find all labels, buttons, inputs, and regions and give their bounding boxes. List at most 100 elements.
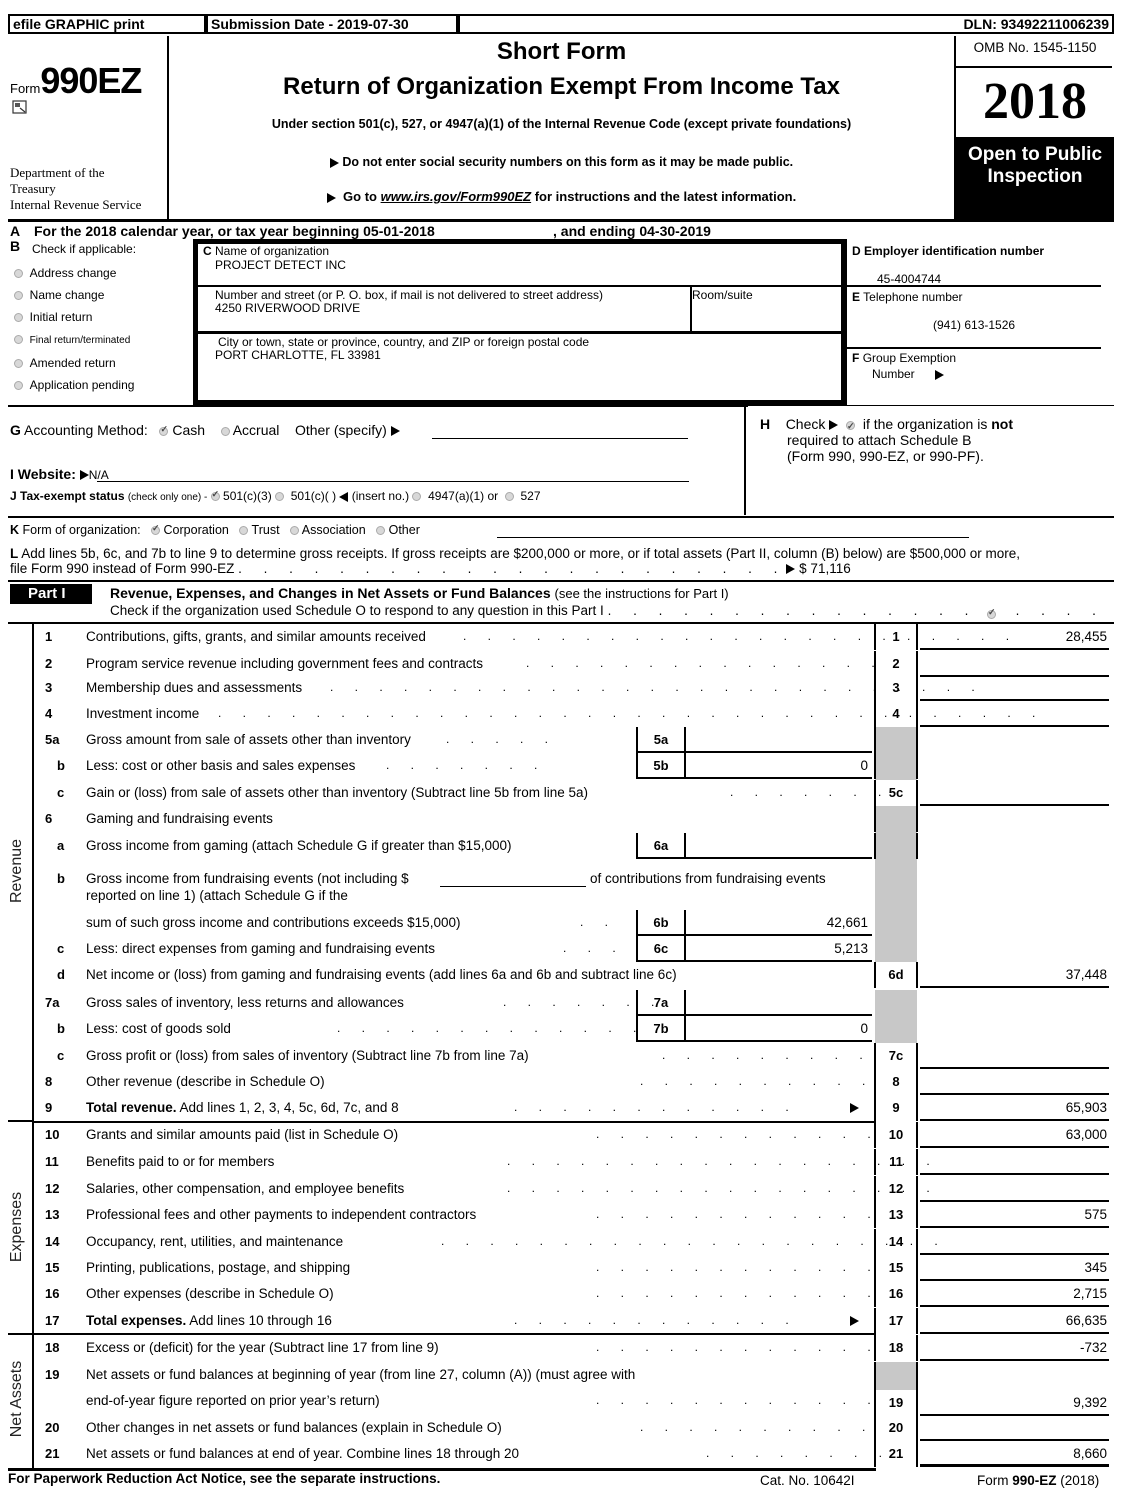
form-id: Form990EZ — [10, 60, 142, 102]
line-3-amount[interactable] — [920, 675, 1109, 701]
radio-trust[interactable]: Trust — [239, 523, 280, 537]
initial-return-label: Initial return — [29, 310, 93, 324]
box-number: 18 — [874, 1335, 918, 1361]
line-number: 8 — [45, 1074, 53, 1089]
line-number: 9 — [45, 1100, 53, 1115]
line-number: 19 — [45, 1367, 60, 1382]
line-6a-amount[interactable] — [684, 833, 872, 859]
checkbox-final-return[interactable]: Final return/terminated — [14, 328, 134, 352]
dot-leader: . . . . . . . . . . . . — [596, 1127, 880, 1141]
line-15: 15 Printing, publications, postage, and … — [0, 1255, 1129, 1281]
line-description: Gross sales of inventory, less returns a… — [86, 995, 404, 1010]
radio-association[interactable]: Association — [289, 523, 366, 537]
radio-501c[interactable]: 501(c)( ) — [275, 489, 336, 503]
line-number: 21 — [45, 1446, 60, 1461]
line-description: Salaries, other compensation, and employ… — [86, 1181, 405, 1196]
line-21: 21 Net assets or fund balances at end of… — [0, 1441, 1129, 1467]
line-6d-amount[interactable]: 37,448 — [920, 962, 1109, 988]
line-5a-amount[interactable] — [684, 727, 872, 753]
line-17: 17 Total expenses. Add lines 10 through … — [0, 1308, 1129, 1334]
line-8-amount[interactable] — [920, 1069, 1109, 1095]
line-7a-amount[interactable] — [684, 990, 872, 1016]
line-20-amount[interactable] — [920, 1415, 1109, 1441]
k-letter: K — [10, 523, 20, 537]
number-label: Number — [872, 367, 915, 381]
instructions-notice: Go to www.irs.gov/Form990EZ for instruct… — [169, 189, 954, 204]
line-description: Total expenses. Add lines 10 through 16 — [86, 1313, 332, 1328]
schedule-b-checkbox[interactable] — [846, 418, 856, 434]
checkbox-name-change[interactable]: Name change — [14, 284, 134, 306]
open-to-public-badge: Open to Public Inspection — [956, 139, 1114, 219]
line-10-amount[interactable]: 63,000 — [920, 1122, 1109, 1148]
line-9-amount[interactable]: 65,903 — [920, 1095, 1109, 1121]
radio-501c3[interactable]: 501(c)(3) — [210, 489, 272, 503]
line-19-amount[interactable]: 9,392 — [920, 1390, 1109, 1416]
line-15-amount[interactable]: 345 — [920, 1255, 1109, 1281]
other-specify-field[interactable] — [432, 438, 688, 439]
line-21-amount[interactable]: 8,660 — [920, 1441, 1109, 1467]
checkbox-amended-return[interactable]: Amended return — [14, 352, 134, 374]
irs-link[interactable]: www.irs.gov/Form990EZ — [381, 189, 532, 204]
line-7c-amount[interactable] — [920, 1043, 1109, 1069]
line-17-amount[interactable]: 66,635 — [920, 1308, 1109, 1334]
inner-box-number: 5a — [636, 727, 684, 753]
line-5b-amount[interactable]: 0 — [684, 753, 872, 779]
box-number: 20 — [874, 1415, 918, 1441]
line-14-amount[interactable] — [920, 1229, 1109, 1255]
line-description: Gain or (loss) from sale of assets other… — [86, 785, 588, 800]
check-label: Check — [785, 416, 826, 432]
line-2-amount[interactable] — [920, 651, 1109, 677]
radio-527[interactable]: 527 — [504, 489, 541, 503]
address-change-label: Address change — [29, 266, 117, 280]
contributions-field[interactable] — [440, 886, 586, 887]
line-number: 13 — [45, 1207, 60, 1222]
checkbox-initial-return[interactable]: Initial return — [14, 306, 134, 328]
radio-cash[interactable]: Cash — [159, 422, 205, 438]
dot-leader: . . . . . . . . . . . . . — [337, 1021, 646, 1035]
line-6b-amount[interactable]: 42,661 — [684, 910, 872, 936]
dot-leader: . . . . . . . . . . . . — [596, 1286, 880, 1300]
d-letter: D — [852, 244, 861, 258]
line-6: 6 Gaming and fundraising events — [0, 806, 1129, 832]
other-specify-label: Other (specify) — [294, 422, 387, 438]
radio-accrual[interactable]: Accrual — [220, 422, 279, 438]
dln: DLN: 93492211006239 — [460, 16, 1112, 32]
street-value: 4250 RIVERWOOD DRIVE — [215, 301, 361, 315]
ein-label-text: Employer identification number — [864, 244, 1045, 258]
schedule-b-text1: if the organization is — [862, 416, 992, 432]
line-description: Net income or (loss) from gaming and fun… — [86, 967, 677, 982]
line-12-amount[interactable] — [920, 1176, 1109, 1202]
line-1-amount[interactable]: 28,455 — [920, 624, 1109, 650]
arrow-right-icon — [390, 426, 400, 437]
line-18-amount[interactable]: -732 — [920, 1335, 1109, 1361]
arrow-right-icon — [850, 1103, 859, 1113]
line-6c-amount[interactable]: 5,213 — [684, 936, 872, 962]
line-number: 15 — [45, 1260, 60, 1275]
line-2: 2 Program service revenue including gove… — [0, 651, 1129, 677]
line-4-amount[interactable] — [920, 701, 1109, 727]
line-5c-amount[interactable] — [920, 780, 1109, 806]
total-revenue-text: Add lines 1, 2, 3, 4, 5c, 6d, 7c, and 8 — [176, 1100, 399, 1115]
line-8: 8 Other revenue (describe in Schedule O)… — [0, 1069, 1129, 1095]
line-11: 11 Benefits paid to or for members . . .… — [0, 1149, 1129, 1175]
radio-4947[interactable]: 4947(a)(1) or — [412, 489, 498, 503]
box-number — [874, 806, 918, 832]
box-number: 16 — [874, 1281, 918, 1307]
line-16-amount[interactable]: 2,715 — [920, 1281, 1109, 1307]
line-13-amount[interactable]: 575 — [920, 1202, 1109, 1228]
dot-leader: . . . . . . . . . . . . — [596, 1393, 880, 1407]
line-number: 6 — [45, 811, 53, 826]
radio-other[interactable]: Other — [376, 523, 420, 537]
form-of-organization: K Form of organization: Corporation Trus… — [10, 523, 420, 537]
checkbox-application-pending[interactable]: Application pending — [14, 374, 134, 396]
arrow-right-icon — [326, 192, 336, 203]
inner-box-number: 6b — [636, 910, 684, 936]
line-12: 12 Salaries, other compensation, and emp… — [0, 1176, 1129, 1202]
other-org-field[interactable] — [497, 537, 969, 538]
line-7b-amount[interactable]: 0 — [684, 1016, 872, 1042]
line-11-amount[interactable] — [920, 1149, 1109, 1175]
radio-corporation[interactable]: Corporation — [151, 523, 229, 537]
line-7b: b Less: cost of goods sold . . . . . . .… — [0, 1016, 1129, 1042]
schedule-o-checkbox[interactable] — [987, 606, 996, 621]
checkbox-address-change[interactable]: Address change — [14, 262, 134, 284]
